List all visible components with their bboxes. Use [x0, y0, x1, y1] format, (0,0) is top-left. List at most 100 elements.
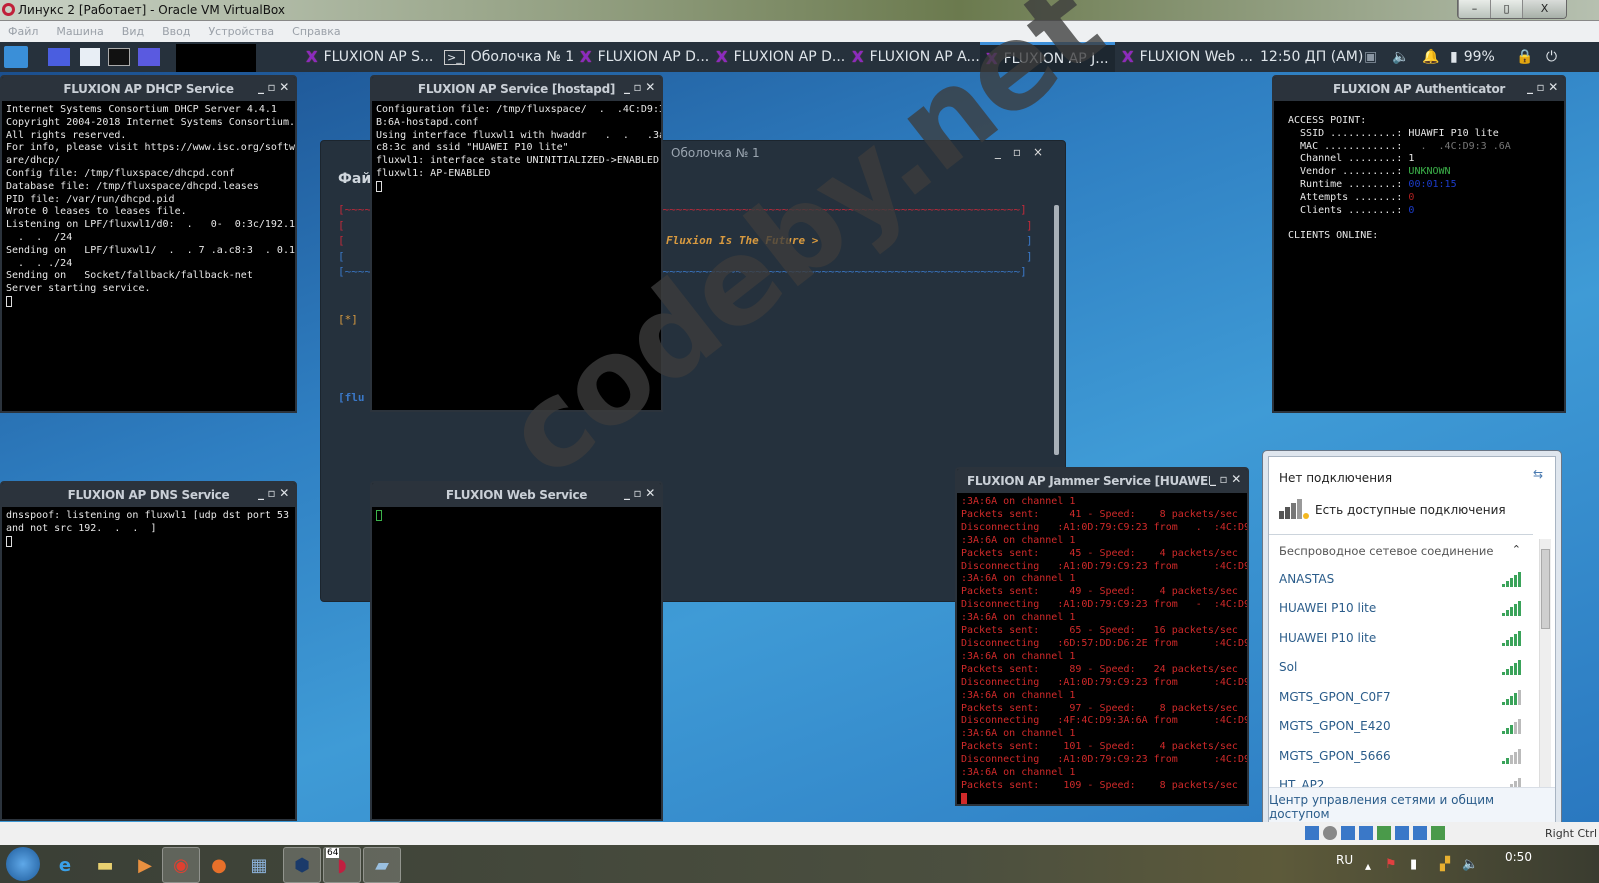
task-ap-dhcp[interactable]: X FLUXION AP D... — [580, 42, 709, 72]
window-controls[interactable]: _ ▫ ✕ — [258, 80, 289, 94]
chrome-icon[interactable]: ◉ — [162, 847, 200, 883]
task-ap-service[interactable]: X FLUXION AP S... — [306, 42, 433, 72]
scrollbar[interactable] — [1054, 205, 1059, 455]
collapse-chevron-icon[interactable]: ⌃ — [1512, 543, 1521, 556]
terminal-icon: >_ — [444, 49, 465, 65]
titlebar[interactable]: FLUXION AP DNS Service _ ▫ ✕ — [2, 483, 295, 507]
window-controls[interactable]: _ ▫ ✕ — [1527, 80, 1558, 94]
network-center-link[interactable]: Центр управления сетями и общим доступом — [1269, 793, 1555, 821]
fluxion-icon: X — [852, 48, 864, 66]
screen-recorder-icon[interactable] — [138, 48, 160, 66]
maximize-button[interactable]: ▯ — [1490, 0, 1522, 18]
battery-indicator[interactable]: ▮ 99% — [1450, 42, 1495, 72]
titlebar[interactable]: FLUXION AP DHCP Service _ ▫ ✕ — [2, 77, 295, 101]
lock-icon[interactable]: 🔒 — [1516, 42, 1533, 72]
window-title: FLUXION AP Service [hostapd] — [417, 82, 616, 96]
secured-signal-icon — [1502, 630, 1521, 646]
jammer-line: Packets sent: 101 - Speed: 4 packets/sec — [961, 741, 1238, 753]
titlebar[interactable]: FLUXION AP Authenticator _ ▫ ✕ — [1274, 77, 1564, 101]
internet-explorer-icon[interactable]: e — [46, 847, 84, 883]
wifi-network-item[interactable]: MGTS_GPON_C0F7 — [1279, 682, 1521, 711]
tray-clock[interactable]: 0:50 — [1505, 850, 1532, 864]
titlebar[interactable]: FLUXION AP Jammer Service [HUAWEI I _ ▫ ✕ — [957, 469, 1247, 493]
vbox-device-icons[interactable] — [1305, 826, 1445, 840]
window-title: FLUXION AP DNS Service — [67, 488, 230, 502]
notification-bell-icon[interactable]: 🔔 — [1422, 42, 1439, 72]
network-icon[interactable]: ▣ — [1364, 42, 1377, 72]
terminal-icon[interactable] — [108, 48, 130, 66]
explorer-icon[interactable]: ▬ — [86, 847, 124, 883]
calculator-icon[interactable]: ▦ — [240, 847, 278, 883]
jammer-line: Disconnecting :A1:0D:79:C9:23 from :4C:D… — [961, 560, 1249, 572]
field-label: Clients ........: — [1288, 204, 1409, 216]
jammer-output: :3A:6A on channel 1 Packets sent: 41 - Sp… — [957, 493, 1249, 804]
authenticator-window: FLUXION AP Authenticator _ ▫ ✕ ACCESS POI… — [1272, 75, 1566, 413]
cursor — [376, 510, 382, 521]
wifi-network-item[interactable]: MGTS_GPON_5666 — [1279, 741, 1521, 770]
hostapd-output: Configuration file: /tmp/fluxspace/ . .4… — [372, 101, 661, 197]
refresh-icon[interactable]: ⇆ — [1533, 467, 1543, 481]
menu-devices[interactable]: Устройства — [208, 25, 274, 38]
titlebar[interactable]: FLUXION Web Service _ ▫ ✕ — [372, 483, 661, 507]
jammer-line: :3A:6A on channel 1 — [961, 573, 1076, 585]
signal-strength-icon — [1502, 659, 1521, 675]
power-icon[interactable]: ▮ — [1410, 857, 1417, 872]
volume-tray-icon[interactable]: 🔈 — [1462, 857, 1478, 872]
window-controls[interactable]: _ ▫ ✕ — [624, 80, 655, 94]
jammer-line: :3A:6A on channel 1 — [961, 650, 1076, 662]
vbox-statusbar: Right Ctrl — [0, 822, 1599, 846]
virtualbox-icon[interactable]: ⬢ — [283, 847, 321, 883]
task-ap-dns[interactable]: X FLUXION AP D... — [716, 42, 845, 72]
battery-icon: ▮ — [1450, 49, 1458, 65]
wifi-network-item[interactable]: HUAWEI P10 lite — [1279, 594, 1521, 623]
menu-help[interactable]: Справка — [292, 25, 340, 38]
firefox-icon[interactable]: ● — [200, 847, 238, 883]
web-output — [372, 507, 661, 526]
action-center-flag-icon[interactable]: ⚑ — [1385, 857, 1397, 872]
wifi-network-item[interactable]: Sol — [1279, 653, 1521, 682]
dhcp-window: FLUXION AP DHCP Service _ ▫ ✕ Internet Sy… — [0, 75, 297, 413]
app-64-icon[interactable]: 64 ◗ — [323, 847, 361, 883]
field-label: Vendor .........: — [1288, 166, 1409, 178]
menu-view[interactable]: Вид — [122, 25, 144, 38]
titlebar[interactable]: FLUXION AP Service [hostapd] _ ▫ ✕ — [372, 77, 661, 101]
field-value: 1 — [1408, 153, 1415, 165]
available-networks-icon — [1279, 495, 1309, 519]
window-title: FLUXION AP Authenticator — [1332, 82, 1506, 96]
notepad-icon[interactable]: ▰ — [363, 847, 401, 883]
fluxion-icon: X — [580, 48, 592, 66]
wifi-network-item[interactable]: MGTS_GPON_E420 — [1279, 712, 1521, 741]
volume-icon[interactable]: 🔈 — [1392, 42, 1409, 72]
windows-taskbar: e ▬ ▶ ◉ ● ▦ ⬢ 64 ◗ ▰ RU ▴ ⚑ ▮ ▞ 🔈 0:50 — [0, 845, 1599, 883]
show-desktop-icon[interactable] — [48, 48, 70, 66]
jammer-line: Disconnecting :A1:0D:79:C9:23 from :4C:D… — [961, 754, 1249, 766]
workspace-switcher[interactable] — [176, 44, 256, 72]
window-controls[interactable]: _ ▫ ✕ — [624, 486, 655, 500]
kali-menu-icon[interactable] — [4, 46, 28, 68]
menu-file[interactable]: Файл — [8, 25, 38, 38]
close-button[interactable]: X — [1522, 0, 1566, 18]
file-manager-icon[interactable] — [80, 48, 100, 66]
language-indicator[interactable]: RU — [1336, 853, 1353, 867]
window-controls[interactable]: _ ▫ ✕ — [1209, 472, 1241, 486]
show-hidden-icons[interactable]: ▴ — [1365, 859, 1371, 873]
wireless-section-header[interactable]: Беспроводное сетевое соединение — [1279, 544, 1493, 558]
task-web-service[interactable]: X FLUXION Web ... — [1122, 42, 1253, 72]
minimize-button[interactable]: – — [1458, 0, 1490, 18]
logout-icon[interactable]: ⏻ — [1546, 42, 1557, 72]
host-window-title: Линукс 2 [Работает] - Oracle VM VirtualB… — [18, 3, 286, 17]
start-button[interactable] — [6, 847, 40, 881]
menu-input[interactable]: Ввод — [162, 25, 190, 38]
task-shell[interactable]: >_ Оболочка № 1 — [444, 42, 574, 72]
panel-clock[interactable]: 12:50 ДП (AM) — [1260, 42, 1363, 72]
media-player-icon[interactable]: ▶ — [126, 847, 164, 883]
signal-strength-icon — [1502, 600, 1521, 616]
network-tray-icon[interactable]: ▞ — [1440, 857, 1450, 872]
auth-field-row: Channel ........: 1 — [1288, 153, 1550, 166]
auth-field-row: Vendor .........: UNKNOWN — [1288, 166, 1550, 179]
wifi-network-item[interactable]: ANASTAS — [1279, 564, 1521, 593]
scrollbar[interactable] — [1539, 539, 1551, 799]
window-controls[interactable]: _ ▫ ✕ — [258, 486, 289, 500]
menu-machine[interactable]: Машина — [56, 25, 103, 38]
wifi-network-item[interactable]: HUAWEI P10 lite — [1279, 623, 1521, 652]
